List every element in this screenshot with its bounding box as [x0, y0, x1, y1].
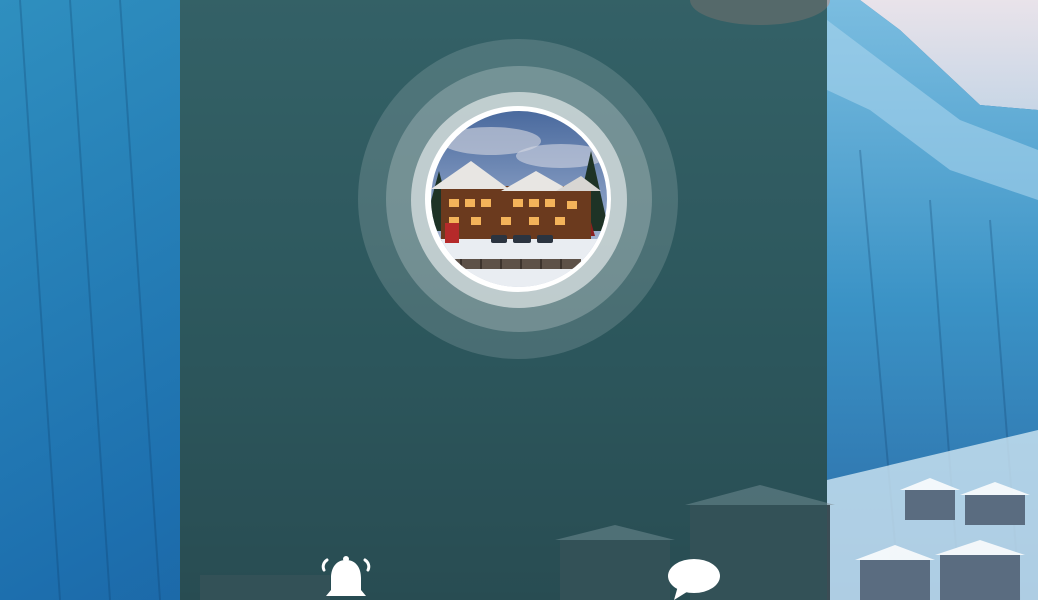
- chat-bubble-icon[interactable]: [664, 556, 724, 600]
- hotel-avatar-image[interactable]: [431, 111, 607, 287]
- bell-icon[interactable]: [318, 556, 374, 600]
